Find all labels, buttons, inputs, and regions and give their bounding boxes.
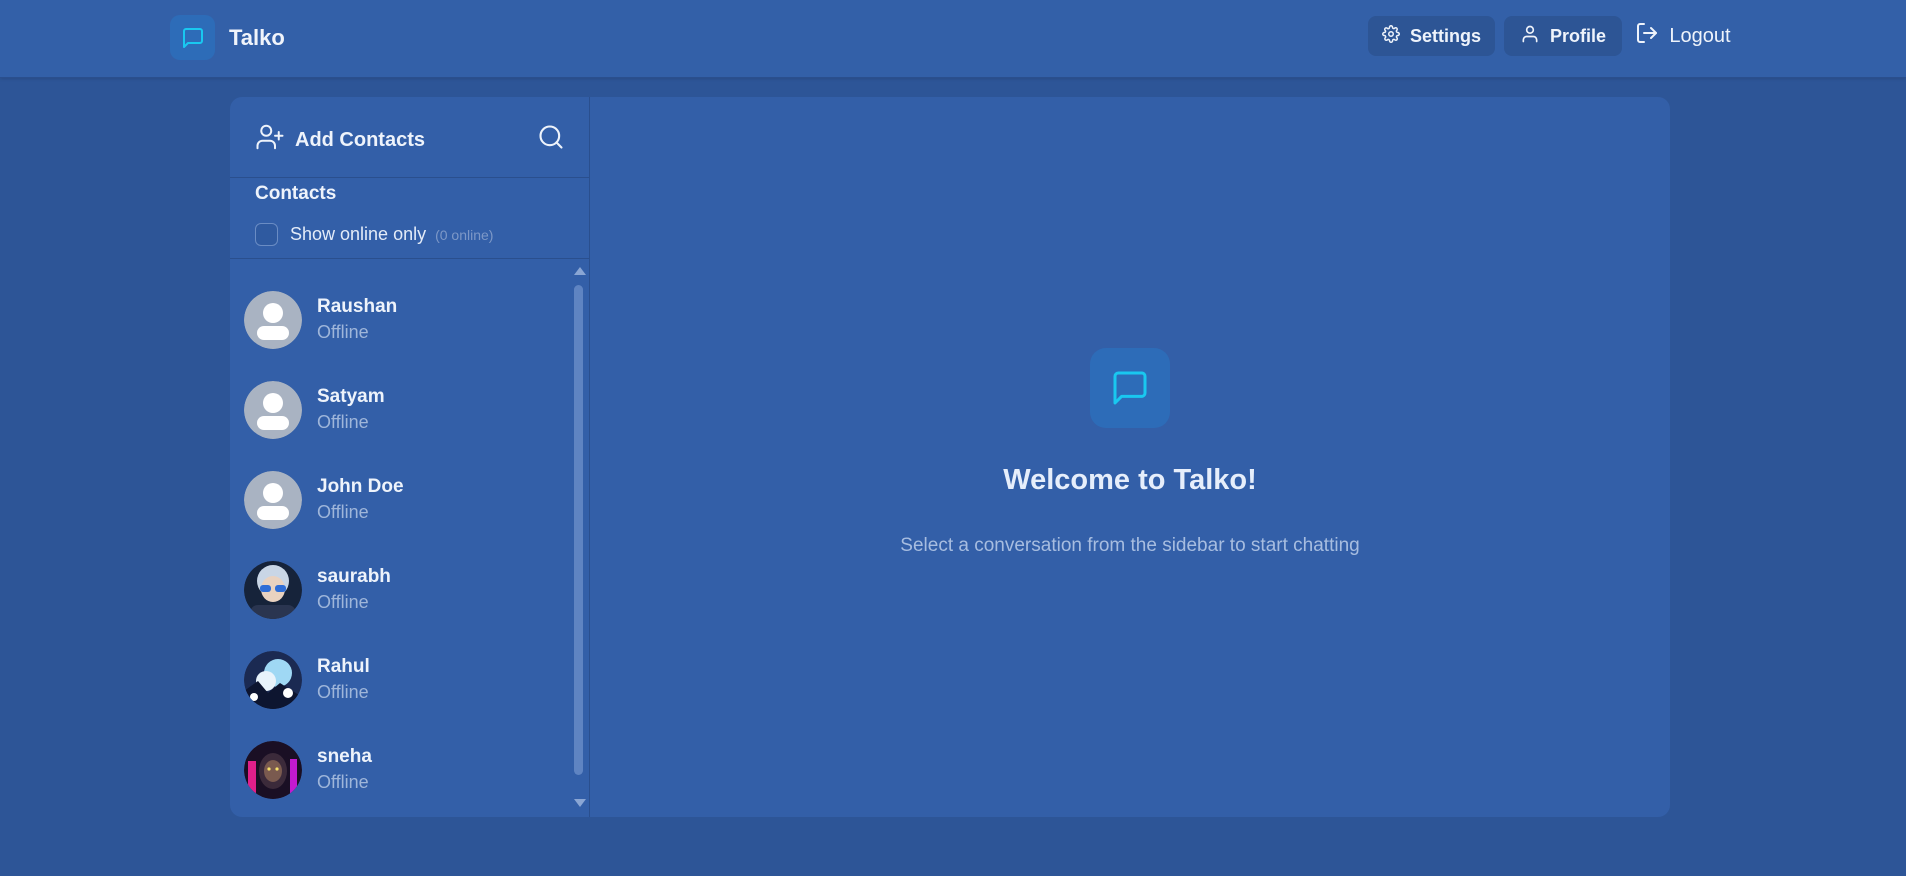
contact-name: Satyam: [317, 386, 385, 407]
default-avatar-icon: [244, 471, 302, 529]
sidebar-header: Add Contacts: [230, 97, 589, 178]
message-square-icon: [1090, 348, 1170, 428]
contact-status: Offline: [317, 322, 369, 342]
contact-name: sneha: [317, 746, 372, 767]
online-filter: Show online only (0 online): [255, 223, 493, 246]
user-plus-icon: [255, 122, 285, 158]
profile-button[interactable]: Profile: [1504, 16, 1622, 56]
contact-item[interactable]: Satyam Offline: [244, 375, 564, 445]
contacts-heading: Contacts: [255, 183, 337, 204]
logout-button[interactable]: Logout: [1630, 16, 1736, 56]
contact-list: Raushan Offline Satyam Offline John Doe …: [230, 259, 575, 817]
contact-item[interactable]: Rahul Offline: [244, 645, 564, 715]
contact-item[interactable]: Raushan Offline: [244, 285, 564, 355]
contact-name: saurabh: [317, 566, 391, 587]
contact-name: Rahul: [317, 656, 370, 677]
settings-label: Settings: [1409, 25, 1481, 46]
scroll-down-arrow-icon[interactable]: [574, 799, 586, 807]
profile-photo-avatar: [244, 561, 302, 619]
logout-label: Logout: [1669, 24, 1731, 47]
welcome-subtitle: Select a conversation from the sidebar t…: [900, 535, 1360, 556]
search-icon[interactable]: [535, 121, 567, 153]
online-only-label[interactable]: Show online only: [290, 224, 426, 245]
default-avatar-icon: [244, 291, 302, 349]
nav-actions: Settings Profile Logout: [0, 16, 1906, 56]
scrollbar-thumb[interactable]: [574, 285, 583, 775]
contact-item[interactable]: saurabh Offline: [244, 555, 564, 625]
sidebar: Add Contacts Contacts Show online only (…: [230, 97, 590, 817]
chat-panel: Add Contacts Contacts Show online only (…: [230, 97, 1670, 817]
add-contacts-label: Add Contacts: [295, 128, 425, 151]
contact-status: Offline: [317, 502, 369, 522]
contact-status: Offline: [317, 412, 369, 432]
profile-label: Profile: [1549, 25, 1606, 46]
settings-button[interactable]: Settings: [1368, 16, 1495, 56]
contact-name: Raushan: [317, 296, 398, 317]
contact-status: Offline: [317, 592, 369, 612]
welcome-title: Welcome to Talko!: [1003, 464, 1257, 496]
profile-photo-avatar: [244, 741, 302, 799]
contact-name: John Doe: [317, 476, 404, 497]
add-contacts-button[interactable]: Add Contacts: [255, 122, 425, 158]
contact-item[interactable]: John Doe Offline: [244, 465, 564, 535]
profile-photo-avatar: [244, 651, 302, 709]
scroll-up-arrow-icon[interactable]: [574, 267, 586, 275]
contact-status: Offline: [317, 772, 369, 792]
user-icon: [1520, 24, 1540, 49]
online-count: (0 online): [435, 226, 494, 243]
gear-icon: [1382, 24, 1400, 48]
default-avatar-icon: [244, 381, 302, 439]
logout-icon: [1635, 21, 1659, 51]
contact-list-scrollbar[interactable]: [572, 267, 586, 812]
contact-item[interactable]: sneha Offline: [244, 735, 564, 805]
online-only-checkbox[interactable]: [255, 223, 278, 246]
contact-status: Offline: [317, 682, 369, 702]
welcome-screen: Welcome to Talko! Select a conversation …: [590, 97, 1670, 817]
